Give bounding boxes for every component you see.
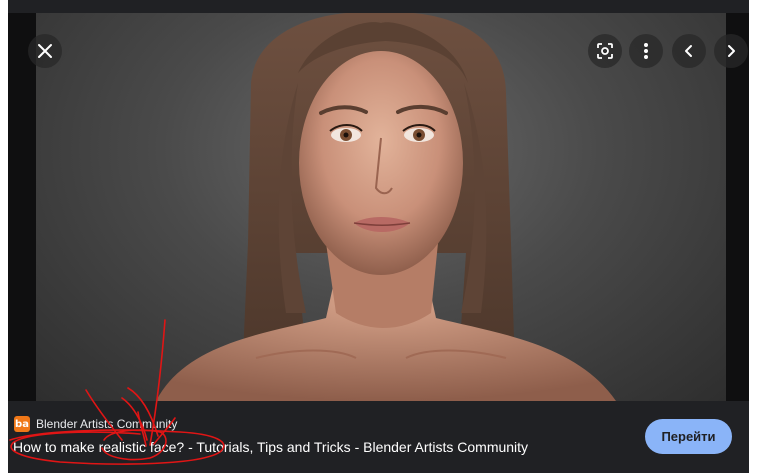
- source-info[interactable]: ba Blender Artists Community: [14, 415, 177, 433]
- next-image-button[interactable]: [714, 34, 748, 68]
- close-icon: [38, 44, 52, 58]
- more-vert-icon: [644, 43, 648, 59]
- source-name[interactable]: Blender Artists Community: [36, 417, 177, 431]
- page-background-strip: [749, 0, 769, 473]
- more-options-button[interactable]: [629, 34, 663, 68]
- chevron-left-icon: [685, 45, 692, 57]
- google-lens-button[interactable]: [588, 34, 622, 68]
- page-title-link[interactable]: How to make realistic face? - Tutorials,…: [13, 439, 528, 455]
- preview-image-frame: [8, 13, 749, 401]
- source-favicon: ba: [14, 416, 30, 432]
- google-lens-icon: [597, 43, 613, 59]
- preview-image[interactable]: [36, 13, 726, 401]
- previous-image-button[interactable]: [672, 34, 706, 68]
- face-render: [156, 13, 616, 401]
- chevron-right-icon: [728, 45, 735, 57]
- visit-button[interactable]: Перейти: [645, 419, 732, 454]
- close-button[interactable]: [28, 34, 62, 68]
